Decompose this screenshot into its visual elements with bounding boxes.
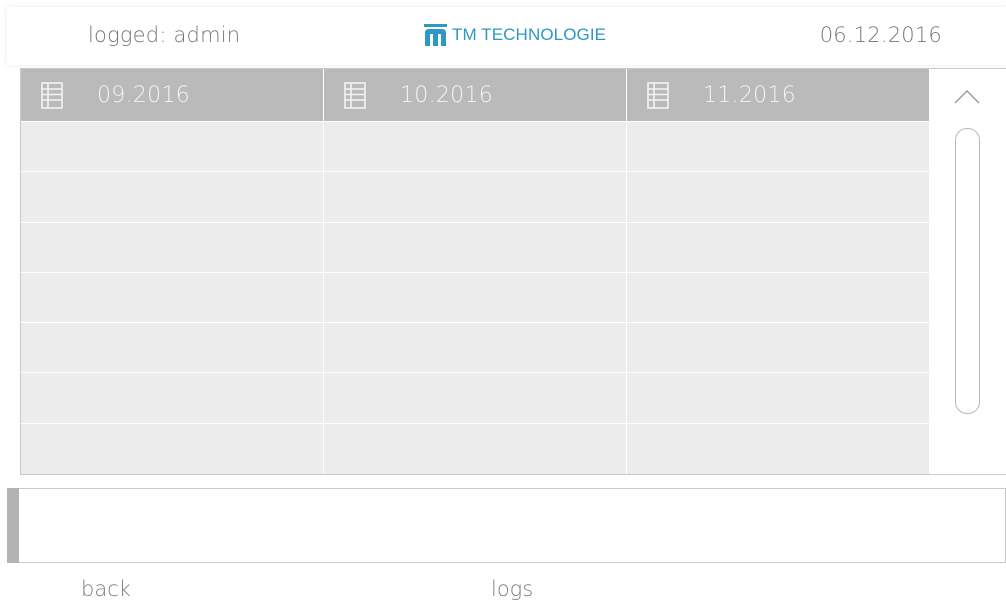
grid-cell[interactable]: [324, 272, 626, 324]
grid-cell[interactable]: [627, 222, 929, 273]
grid-cell[interactable]: [627, 373, 929, 424]
grid-column: 10.2016: [324, 69, 627, 475]
chevron-up-icon[interactable]: [953, 87, 981, 105]
grid-cell[interactable]: [627, 122, 929, 173]
grid-cell[interactable]: [21, 272, 323, 324]
column-label: 09.2016: [97, 82, 191, 108]
grid-column: 11.2016: [627, 69, 929, 475]
screen-title: logs: [491, 577, 534, 601]
brand: TM TECHNOLOGIE: [424, 24, 606, 46]
current-date: 06.12.2016: [819, 23, 942, 47]
top-bar: logged: admin TM TECHNOLOGIE 06.12.2016: [7, 7, 1006, 65]
message-bar: [7, 488, 1006, 563]
grid-cell[interactable]: [21, 423, 323, 475]
logs-grid-panel: 09.2016 10.2016 11.2016: [20, 68, 1006, 475]
logged-user-label: logged: admin: [88, 23, 241, 47]
grid-cell[interactable]: [324, 122, 626, 173]
grid-cell[interactable]: [324, 423, 626, 475]
grid-column: 09.2016: [21, 69, 324, 475]
grid-cell[interactable]: [627, 423, 929, 475]
column-header[interactable]: 11.2016: [627, 69, 929, 122]
column-header[interactable]: 10.2016: [324, 69, 626, 122]
table-icon: [41, 81, 63, 109]
grid-cell[interactable]: [627, 272, 929, 324]
grid-cell[interactable]: [627, 323, 929, 374]
brand-name: TM TECHNOLOGIE: [452, 25, 607, 44]
column-header[interactable]: 09.2016: [21, 69, 323, 122]
back-button[interactable]: back: [81, 577, 131, 601]
grid-cell[interactable]: [21, 172, 323, 223]
grid-cell[interactable]: [324, 172, 626, 223]
column-label: 10.2016: [400, 82, 494, 108]
scroll-thumb[interactable]: [955, 128, 980, 414]
grid-cell[interactable]: [21, 122, 323, 173]
grid-cell[interactable]: [324, 222, 626, 273]
grid-cell[interactable]: [627, 172, 929, 223]
app-screen: logged: admin TM TECHNOLOGIE 06.12.2016 …: [0, 0, 1006, 609]
tm-logo-icon: [424, 24, 447, 46]
grid-cell[interactable]: [21, 323, 323, 374]
grid-cell[interactable]: [324, 323, 626, 374]
grid-cell[interactable]: [21, 222, 323, 273]
grid-cell[interactable]: [21, 373, 323, 424]
logs-grid: 09.2016 10.2016 11.2016: [21, 69, 929, 475]
column-label: 11.2016: [703, 82, 797, 108]
grid-cell[interactable]: [324, 373, 626, 424]
table-icon: [647, 81, 669, 109]
table-icon: [344, 81, 366, 109]
scrollbar[interactable]: [929, 69, 1006, 474]
message-accent: [7, 488, 19, 563]
